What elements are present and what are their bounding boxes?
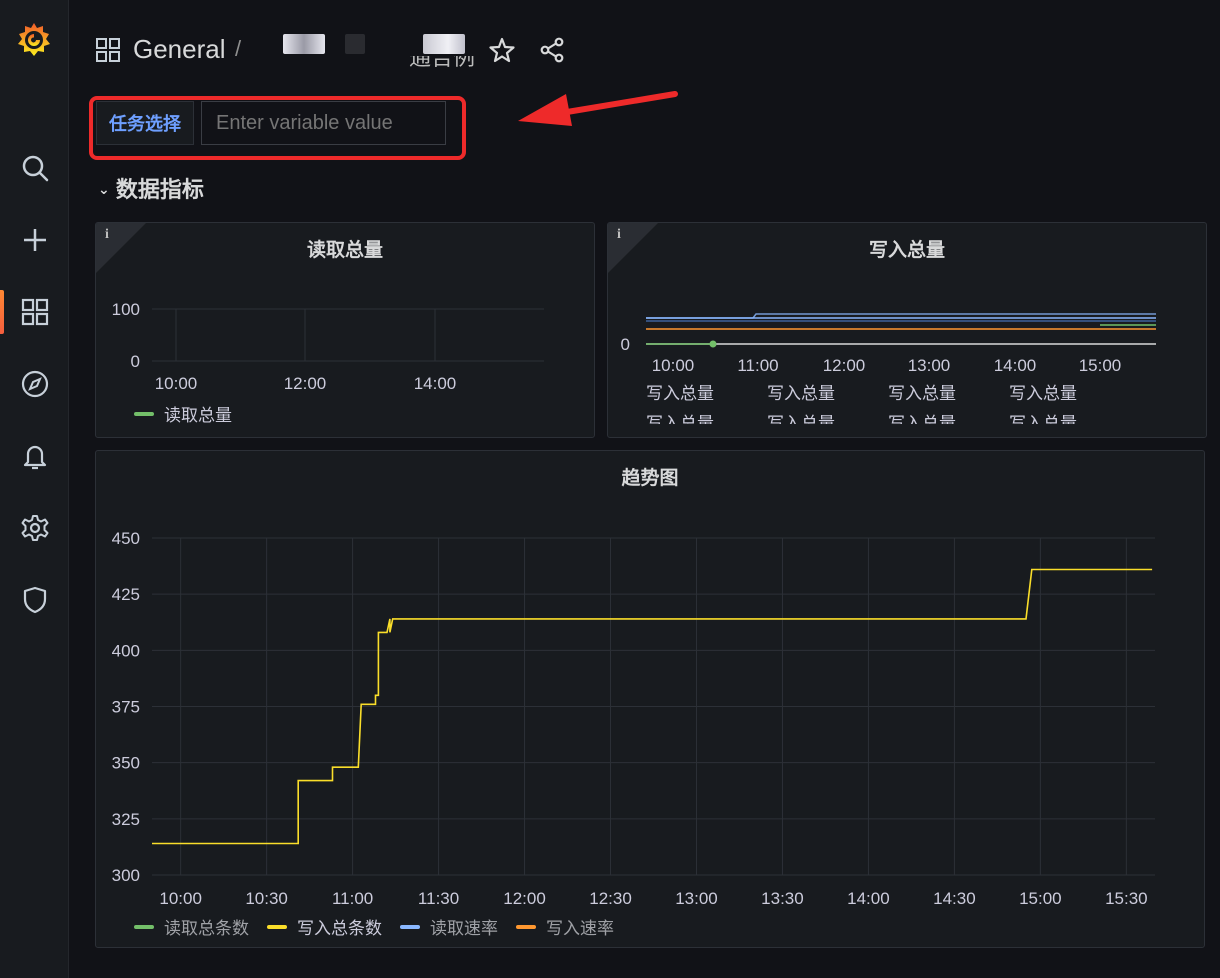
x-tick-label: 12:30 xyxy=(589,889,632,908)
annotation-highlight-box xyxy=(89,96,466,160)
legend-label: 写入速率 xyxy=(546,919,614,938)
series-point xyxy=(709,340,717,348)
legend-item[interactable]: 写入总量 xyxy=(888,379,956,404)
legend-swatch xyxy=(516,924,536,929)
legend-label: 写入总量 xyxy=(888,414,956,424)
plus-icon xyxy=(23,229,46,251)
legend-label: 写入总量 xyxy=(1009,384,1077,403)
x-tick-label: 13:00 xyxy=(675,889,718,908)
write-total-legend: 写入总量 写入总量 写入总量 写入总量 写入总量 写入总量 写入总量 写入总量 xyxy=(646,379,1206,424)
grafana-logo-icon[interactable] xyxy=(14,20,54,60)
row-header[interactable]: ⌄ 数据指标 xyxy=(98,172,204,204)
legend-label: 读取总量 xyxy=(164,406,232,425)
legend-item[interactable]: 写入总量 xyxy=(888,409,956,424)
legend-item[interactable]: 写入总量 xyxy=(767,379,835,404)
x-tick-label: 11:30 xyxy=(418,889,459,908)
legend-item[interactable]: 写入总量 xyxy=(1009,379,1077,404)
share-icon[interactable] xyxy=(539,37,565,63)
x-tick-label: 12:00 xyxy=(284,374,327,393)
x-tick-label: 15:00 xyxy=(1079,356,1122,375)
x-tick-label: 10:30 xyxy=(245,889,288,908)
compass-icon xyxy=(21,370,48,398)
nav-server-admin[interactable] xyxy=(0,576,69,624)
annotation-arrow-icon xyxy=(518,91,678,126)
nav-alerting[interactable] xyxy=(0,432,69,480)
nav-dashboards[interactable] xyxy=(0,288,69,336)
legend-item[interactable]: 写入速率 xyxy=(516,914,614,939)
legend-item[interactable]: 读取速率 xyxy=(400,914,498,939)
blurred-title-block xyxy=(345,34,365,54)
x-tick-label: 14:00 xyxy=(414,374,457,393)
y-tick-label: 450 xyxy=(112,529,140,548)
legend-item[interactable]: 写入总量 xyxy=(1009,409,1077,424)
x-tick-label: 15:30 xyxy=(1105,889,1148,908)
legend-label: 写入总量 xyxy=(767,414,835,424)
folder-title[interactable]: General xyxy=(133,34,226,65)
trend-legend: 读取总条数 写入总条数 读取速率 写入速率 xyxy=(134,914,632,939)
y-tick-label: 300 xyxy=(112,866,140,885)
legend-label: 写入总量 xyxy=(767,384,835,403)
legend-swatch xyxy=(267,924,287,929)
nav-configuration[interactable] xyxy=(0,504,69,552)
breadcrumb-separator: / xyxy=(235,36,242,61)
search-icon xyxy=(22,155,48,182)
x-tick-label: 13:30 xyxy=(761,889,804,908)
panel-trend[interactable]: 趋势图 300 325 350 375 400 425 450 10:00 10:30 11:00… xyxy=(95,450,1205,948)
legend-label: 写入总量 xyxy=(646,384,714,403)
bell-icon xyxy=(23,445,46,470)
y-tick-label: 0 xyxy=(131,352,140,371)
legend-item[interactable]: 写入总条数 xyxy=(267,914,382,939)
y-tick-label: 375 xyxy=(112,698,140,717)
legend-item[interactable]: 写入总量 xyxy=(646,409,714,424)
x-tick-label: 10:00 xyxy=(159,889,202,908)
dashboard-grid-icon xyxy=(96,38,120,62)
x-tick-label: 13:00 xyxy=(908,356,951,375)
trend-chart: 300 325 350 375 400 425 450 10:00 10:30 11:00 11:3… xyxy=(112,529,1155,908)
legend-item[interactable]: 读取总量 xyxy=(134,401,232,426)
legend-label: 写入总量 xyxy=(646,414,714,424)
x-tick-label: 14:00 xyxy=(847,889,890,908)
nav-explore[interactable] xyxy=(0,360,69,408)
x-tick-label: 10:00 xyxy=(652,356,695,375)
x-tick-label: 15:00 xyxy=(1019,889,1062,908)
x-tick-label: 12:00 xyxy=(823,356,866,375)
x-tick-label: 11:00 xyxy=(737,356,778,375)
y-tick-label: 100 xyxy=(112,300,140,319)
row-title: 数据指标 xyxy=(115,177,204,202)
y-tick-label: 325 xyxy=(112,810,140,829)
shield-icon xyxy=(23,586,46,614)
legend-swatch xyxy=(400,924,420,929)
legend-item[interactable]: 写入总量 xyxy=(767,409,835,424)
dashboards-icon xyxy=(21,298,48,326)
chevron-down-icon: ⌄ xyxy=(98,181,110,197)
blurred-title-block xyxy=(283,34,325,54)
x-tick-label: 14:30 xyxy=(933,889,976,908)
legend-label: 写入总条数 xyxy=(297,919,382,938)
legend-swatch xyxy=(134,924,154,929)
x-tick-label: 14:00 xyxy=(994,356,1037,375)
side-menu xyxy=(0,0,69,978)
gear-icon xyxy=(21,515,48,541)
nav-search[interactable] xyxy=(0,144,69,192)
panel-write-total[interactable]: i 写入总量 0 10:00 11:00 12:00 13:00 14:00 15:00 写… xyxy=(607,222,1207,438)
read-total-legend: 读取总量 xyxy=(134,401,250,426)
legend-item[interactable]: 读取总条数 xyxy=(134,914,249,939)
legend-swatch xyxy=(134,411,154,416)
y-tick-label: 0 xyxy=(621,335,630,354)
legend-label: 写入总量 xyxy=(1009,414,1077,424)
x-tick-label: 11:00 xyxy=(332,889,373,908)
star-icon[interactable] xyxy=(489,37,515,63)
legend-item[interactable]: 写入总量 xyxy=(646,379,714,404)
x-tick-label: 12:00 xyxy=(503,889,546,908)
y-tick-label: 400 xyxy=(112,641,140,660)
legend-label: 读取总条数 xyxy=(164,919,249,938)
blurred-title-block xyxy=(423,34,465,54)
legend-label: 写入总量 xyxy=(888,384,956,403)
panel-read-total[interactable]: i 读取总量 0 100 10:00 12:00 14:00 读取总量 xyxy=(95,222,595,438)
y-tick-label: 425 xyxy=(112,585,140,604)
y-tick-label: 350 xyxy=(112,754,140,773)
legend-label: 读取速率 xyxy=(430,919,498,938)
x-tick-label: 10:00 xyxy=(155,374,198,393)
nav-create[interactable] xyxy=(0,216,69,264)
